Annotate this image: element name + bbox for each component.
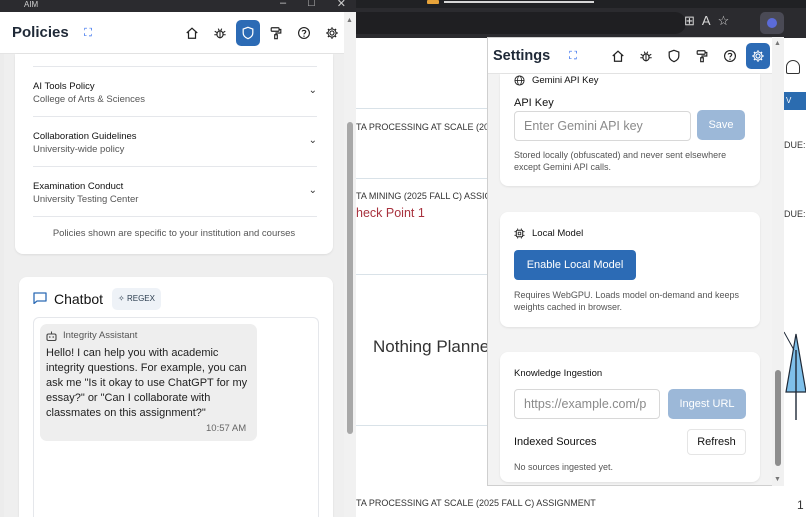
address-bar[interactable] <box>356 12 686 34</box>
policy-scope: University Testing Center <box>33 194 139 205</box>
bug-icon[interactable] <box>634 43 658 69</box>
section-title: Gemini API Key <box>532 75 599 86</box>
sparkle-icon: ✧ <box>118 294 125 303</box>
section-title: Local Model <box>532 228 584 239</box>
regex-mode-badge[interactable]: ✧ REGEX <box>112 288 161 310</box>
course-row: TA MINING (2025 FALL C) ASSIG <box>356 191 488 201</box>
chatbot-title: Chatbot <box>54 291 104 307</box>
divider <box>33 216 317 217</box>
page-title: Policies <box>12 24 69 41</box>
policy-list: AI Tools Policy College of Arts & Scienc… <box>15 54 333 254</box>
enable-local-model-button[interactable]: Enable Local Model <box>514 250 636 280</box>
brush-icon[interactable] <box>690 43 714 69</box>
section-title: Knowledge Ingestion <box>514 368 603 379</box>
divider <box>356 425 488 426</box>
address-bar-actions: ⊞ A ☆ <box>684 13 729 29</box>
refresh-button[interactable]: Refresh <box>687 429 746 455</box>
help-icon[interactable] <box>292 20 316 46</box>
api-key-input[interactable]: Enter Gemini API key <box>514 111 691 141</box>
badge-label: REGEX <box>126 294 155 303</box>
policy-item[interactable]: Examination Conduct University Testing C… <box>33 166 317 216</box>
due-label: DUE: <box>784 209 806 219</box>
scroll-down-arrow-icon[interactable]: ▼ <box>774 476 781 483</box>
assistant-message-text: Hello! I can help you with academic inte… <box>46 347 248 419</box>
divider <box>356 108 488 109</box>
window-title: AIM <box>24 0 39 9</box>
policy-name: AI Tools Policy <box>33 81 95 92</box>
api-key-note: Stored locally (obfuscated) and never se… <box>514 150 727 172</box>
help-icon[interactable] <box>718 43 742 69</box>
chat-bubble-icon <box>33 292 47 304</box>
globe-icon <box>514 75 525 86</box>
close-button[interactable]: ✕ <box>337 0 346 10</box>
policy-scope: College of Arts & Sciences <box>33 94 145 105</box>
expand-icon[interactable]: ⛶ <box>82 27 94 39</box>
tree-illustration-icon <box>784 331 806 420</box>
indexed-sources-label: Indexed Sources <box>514 436 597 448</box>
divider <box>356 178 488 179</box>
settings-window: Settings ⛶ Gemini API Key API Key Enter … <box>487 37 784 486</box>
favorite-star-icon[interactable]: ☆ <box>718 13 730 29</box>
nav-bar <box>180 20 344 46</box>
screen: ⊞ A ☆ TA PROCESSING AT SCALE (2025 TA MI… <box>0 0 806 517</box>
gear-icon[interactable] <box>320 20 344 46</box>
save-button[interactable]: Save <box>697 110 745 140</box>
policy-item[interactable]: AI Tools Policy College of Arts & Scienc… <box>33 66 317 116</box>
policy-item[interactable]: Collaboration Guidelines University-wide… <box>33 116 317 166</box>
notification-bell-icon[interactable] <box>786 60 800 74</box>
extension-icon <box>767 18 777 28</box>
api-key-label: API Key <box>514 97 554 109</box>
policy-name: Collaboration Guidelines <box>33 131 137 142</box>
home-icon[interactable] <box>606 43 630 69</box>
chevron-down-icon[interactable]: ⌄ <box>309 185 317 196</box>
shield-icon[interactable] <box>662 43 686 69</box>
bug-icon[interactable] <box>208 20 232 46</box>
browser-tab[interactable] <box>444 1 594 3</box>
scrollbar-thumb[interactable] <box>347 122 353 434</box>
message-timestamp: 10:57 AM <box>206 423 247 434</box>
divider <box>356 274 488 275</box>
due-label: DUE: <box>784 140 806 150</box>
policy-scope: University-wide policy <box>33 144 125 155</box>
chevron-down-icon[interactable]: ⌄ <box>309 135 317 146</box>
policies-window: AIM – □ ✕ Policies ⛶ AI Tools Policy Col… <box>0 0 356 517</box>
policies-footnote: Policies shown are specific to your inst… <box>52 228 296 239</box>
expand-icon[interactable]: ⛶ <box>567 50 579 62</box>
page-number: 1 <box>797 498 804 512</box>
read-aloud-icon[interactable]: A <box>702 13 711 29</box>
scroll-up-arrow-icon[interactable]: ▲ <box>346 17 353 24</box>
planner-empty-text: Nothing Planne <box>373 337 488 356</box>
minimize-button[interactable]: – <box>280 0 286 10</box>
home-icon[interactable] <box>180 20 204 46</box>
page-title: Settings <box>493 48 551 64</box>
policy-name: Examination Conduct <box>33 181 124 192</box>
chip-icon <box>514 228 525 239</box>
url-input[interactable]: https://example.com/p <box>514 389 660 419</box>
course-row: TA PROCESSING AT SCALE (2025 <box>356 122 488 132</box>
assignment-link[interactable]: heck Point 1 <box>356 206 488 220</box>
maximize-button[interactable]: □ <box>308 0 315 10</box>
brush-icon[interactable] <box>264 20 288 46</box>
policies-header: Policies ⛶ <box>0 12 344 54</box>
indexed-sources-empty: No sources ingested yet. <box>514 462 614 472</box>
scrollbar-thumb[interactable] <box>775 370 781 466</box>
window-titlebar: AIM – □ ✕ <box>0 0 356 12</box>
chevron-down-icon[interactable]: ⌄ <box>309 85 317 96</box>
scroll-up-arrow-icon[interactable]: ▲ <box>774 40 781 47</box>
course-row: TA PROCESSING AT SCALE (2025 FALL C) ASS… <box>356 498 596 508</box>
split-screen-icon[interactable]: ⊞ <box>684 13 695 29</box>
assistant-name: Integrity Assistant <box>63 330 138 341</box>
settings-header: Settings ⛶ <box>488 38 783 74</box>
local-model-note: Requires WebGPU. Loads model on-demand a… <box>514 290 739 312</box>
gear-icon[interactable] <box>746 43 770 69</box>
shield-icon[interactable] <box>236 20 260 46</box>
browser-tab-favicon[interactable] <box>427 0 439 4</box>
nav-bar <box>606 43 770 69</box>
view-activity-button[interactable]: V ACT <box>784 92 806 110</box>
ingest-url-button[interactable]: Ingest URL <box>668 389 746 419</box>
bot-icon <box>46 331 57 341</box>
